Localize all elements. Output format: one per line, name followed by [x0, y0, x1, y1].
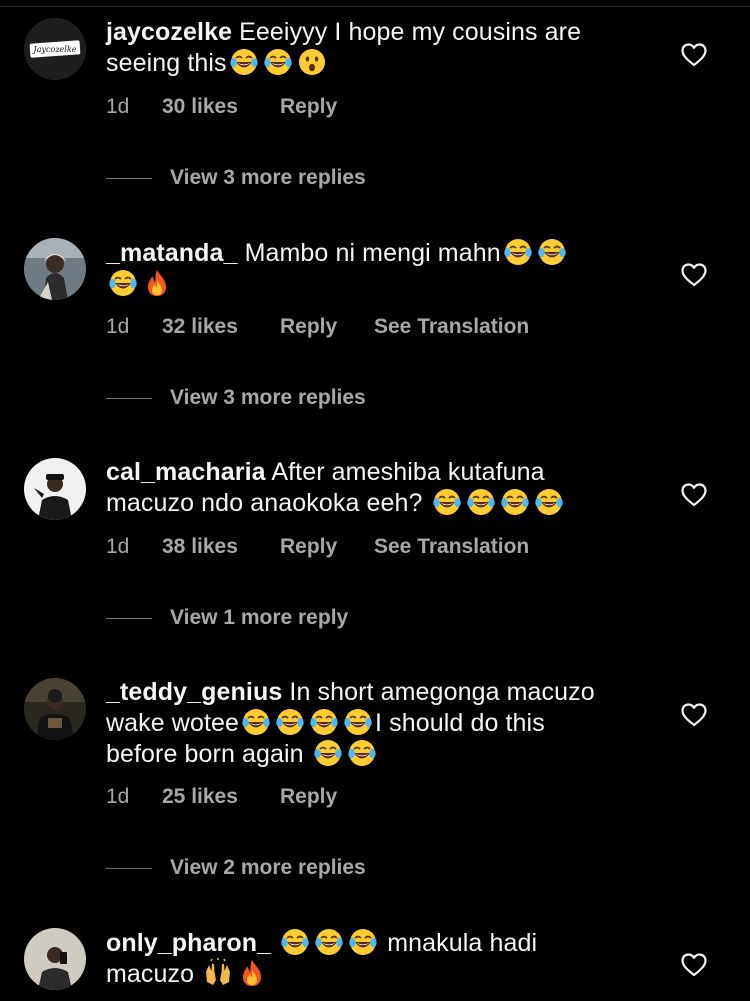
joy-emoji — [108, 268, 138, 298]
joy-emoji — [348, 927, 378, 957]
comment-text: Eeeiyyy I hope my cousins are — [239, 18, 582, 46]
joy-emoji — [500, 487, 530, 517]
comment-text: After ameshiba kutafuna — [271, 458, 545, 486]
joy-emoji — [503, 237, 533, 267]
like-heart-icon[interactable] — [681, 953, 707, 977]
joy-emoji — [432, 487, 462, 517]
comment-text: Mambo ni mengi mahn — [244, 239, 501, 267]
view-more-replies-button[interactable]: View 1 more reply — [106, 606, 348, 630]
likes-count[interactable]: 30 likes — [162, 95, 280, 119]
view-more-replies-button[interactable]: View 2 more replies — [106, 856, 366, 880]
comment-meta: 1d 25 likes Reply — [106, 785, 374, 809]
timestamp: 1d — [106, 535, 130, 558]
comment-meta: 1d 32 likes Reply See Translation — [106, 315, 529, 339]
reply-button[interactable]: Reply — [280, 535, 374, 559]
comment-meta: 1d 30 likes Reply — [106, 95, 374, 119]
reply-button[interactable]: Reply — [280, 785, 374, 809]
raising-hands-emoji — [203, 958, 233, 988]
likes-count[interactable]: 25 likes — [162, 785, 280, 809]
comment-body: only_pharon_ mnakula hadi macuzo — [106, 927, 646, 989]
username[interactable]: jaycozelke — [106, 18, 232, 46]
like-heart-icon[interactable] — [681, 43, 707, 67]
joy-emoji — [343, 707, 373, 737]
replies-divider — [106, 397, 152, 399]
username[interactable]: only_pharon_ — [106, 929, 271, 957]
joy-emoji — [280, 927, 310, 957]
likes-count[interactable]: 38 likes — [162, 535, 280, 559]
joy-emoji — [466, 487, 496, 517]
avatar-logo-text: Jaycozelke — [32, 45, 77, 54]
top-divider — [0, 6, 750, 7]
comment-body: _teddy_genius In short amegonga macuzo w… — [106, 677, 646, 769]
comment-text: I should do this — [375, 709, 545, 737]
comment-text: seeing this — [106, 49, 227, 77]
comment-text: In short amegonga macuzo — [289, 678, 595, 706]
comment-text: before born again — [106, 740, 304, 768]
joy-emoji — [275, 707, 305, 737]
see-translation-button[interactable]: See Translation — [374, 535, 529, 559]
reply-button[interactable]: Reply — [280, 315, 374, 339]
joy-emoji — [347, 738, 377, 768]
view-more-replies-button[interactable]: View 3 more replies — [106, 166, 366, 190]
avatar[interactable]: Jaycozelke — [24, 18, 86, 80]
username[interactable]: cal_macharia — [106, 458, 266, 486]
joy-emoji — [229, 47, 259, 77]
username[interactable]: _matanda_ — [106, 239, 238, 267]
joy-emoji — [537, 237, 567, 267]
joy-emoji — [314, 927, 344, 957]
fire-emoji — [237, 958, 267, 988]
joy-emoji — [241, 707, 271, 737]
likes-count[interactable]: 32 likes — [162, 315, 280, 339]
joy-emoji — [263, 47, 293, 77]
joy-emoji — [313, 738, 343, 768]
avatar[interactable] — [24, 458, 86, 520]
replies-divider — [106, 867, 152, 869]
see-translation-button[interactable]: See Translation — [374, 315, 529, 339]
joy-emoji — [534, 487, 564, 517]
astonished-emoji — [297, 47, 327, 77]
comment-meta: 1d 38 likes Reply See Translation — [106, 535, 529, 559]
replies-divider — [106, 177, 152, 179]
joy-emoji — [309, 707, 339, 737]
fire-emoji — [142, 268, 172, 298]
timestamp: 1d — [106, 785, 130, 808]
avatar[interactable] — [24, 238, 86, 300]
view-more-replies-button[interactable]: View 3 more replies — [106, 386, 366, 410]
timestamp: 1d — [106, 95, 130, 118]
reply-button[interactable]: Reply — [280, 95, 374, 119]
like-heart-icon[interactable] — [681, 483, 707, 507]
username[interactable]: _teddy_genius — [106, 678, 282, 706]
replies-divider — [106, 617, 152, 619]
comment-text: mnakula hadi — [387, 929, 538, 957]
comment-body: jaycozelke Eeeiyyy I hope my cousins are… — [106, 17, 646, 78]
comment-text: macuzo — [106, 960, 195, 988]
comment-text: wake wotee — [106, 709, 240, 737]
avatar[interactable] — [24, 678, 86, 740]
comment-text: macuzo ndo anaokoka eeh? — [106, 489, 423, 517]
timestamp: 1d — [106, 315, 130, 338]
comment-body: cal_macharia After ameshiba kutafuna mac… — [106, 457, 646, 518]
like-heart-icon[interactable] — [681, 263, 707, 287]
comment-body: _matanda_ Mambo ni mengi mahn — [106, 237, 646, 299]
like-heart-icon[interactable] — [681, 703, 707, 727]
avatar[interactable] — [24, 928, 86, 990]
